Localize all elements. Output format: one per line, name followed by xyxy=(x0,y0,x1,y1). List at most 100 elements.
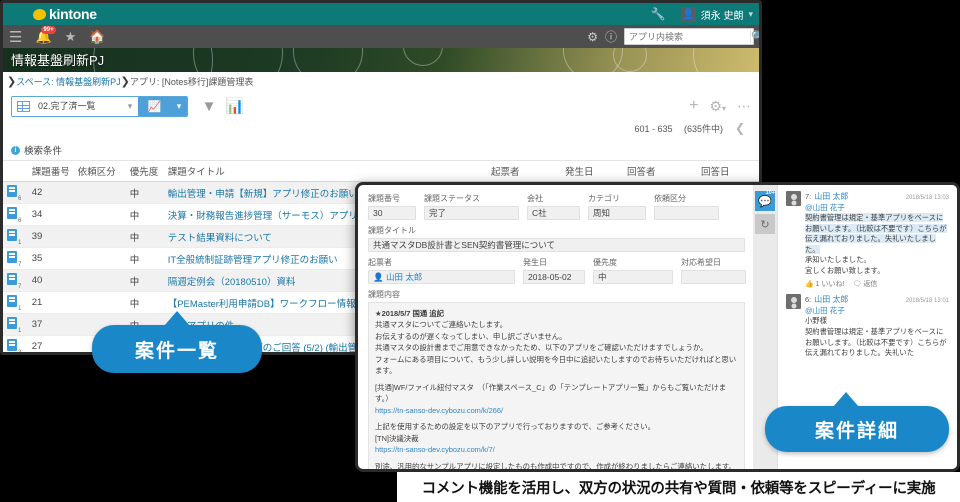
filter-icon[interactable]: ▼ xyxy=(196,98,222,115)
space-cover-image: 情報基盤刷新PJ xyxy=(3,48,759,72)
gear-icon[interactable]: ⚙ xyxy=(587,30,598,44)
body-item-label: [共通]WF/ファイル紐付マスタ （「作業スペース_C」の「テンプレートアプリ一… xyxy=(375,382,727,404)
notification-badge: 99+ xyxy=(41,25,56,34)
cover-ring xyxy=(293,48,363,72)
detail-fields-row-3: 起票者 👤 山田 太郎 発生日 2018-05-02 優先度 中 対応希望日 xyxy=(368,257,746,284)
comment-text-prefix: 小野様 xyxy=(805,316,827,326)
table-header-cell[interactable]: 回答者 xyxy=(623,160,697,182)
field-value[interactable]: 2018-05-02 xyxy=(523,270,585,284)
bell-icon[interactable]: 🔔 99+ xyxy=(35,25,56,45)
cell-request-type xyxy=(73,181,126,204)
kintone-wordmark: kintone xyxy=(49,6,97,22)
field-value[interactable]: 👤 山田 太郎 xyxy=(368,270,515,284)
field-issue-status: 課題ステータス 完了 xyxy=(424,193,519,220)
body-link[interactable]: https://tn-sanso-dev.cybozu.com/k/7/ xyxy=(375,445,495,454)
comment-author[interactable]: 山田 太郎 xyxy=(814,191,848,202)
field-value[interactable] xyxy=(654,206,719,220)
comment-text-line: 宜しくお願い致します。 xyxy=(805,265,885,275)
comment-number: 7: xyxy=(805,192,812,201)
chevron-down-icon[interactable]: ▾ xyxy=(122,100,138,112)
home-icon[interactable]: 🏠 xyxy=(89,29,105,45)
cover-ring xyxy=(693,48,759,72)
kintone-logo[interactable]: kintone xyxy=(31,6,97,22)
chevron-left-icon[interactable]: ❮ xyxy=(735,121,745,135)
thumbs-up-icon: 👍 xyxy=(805,281,814,289)
comment-timestamp: 2018/5/18 13:03 xyxy=(905,195,949,201)
cell-issue-number: 40 xyxy=(27,269,74,292)
cell-priority: 中 xyxy=(125,225,164,248)
comment-text-line: 契約書管理は規定・基準アプリをベースにお願いします。（比較は不要です）こちらが伝… xyxy=(805,327,947,358)
field-value[interactable]: C社 xyxy=(527,206,580,220)
body-link[interactable]: https://tn-sanso-dev.cybozu.com/k/266/ xyxy=(375,406,503,415)
field-occurred-date: 発生日 2018-05-02 xyxy=(523,257,585,284)
table-header-cell[interactable]: 回答日 xyxy=(697,160,759,182)
cell-issue-number: 21 xyxy=(27,291,74,314)
comment-text-highlight: 契約書管理は規定・基準アプリをベースにお願いします。（比較は不要です）こちらが伝… xyxy=(805,213,947,254)
wrench-icon[interactable]: 🔧 xyxy=(651,7,666,21)
row-flag-cell[interactable]: 7 xyxy=(3,247,28,270)
search-input[interactable] xyxy=(625,31,750,42)
field-value[interactable]: 中 xyxy=(593,270,673,284)
comment-icon[interactable]: 💬 10+ xyxy=(755,190,775,211)
cell-request-type xyxy=(73,225,126,248)
row-flag-cell[interactable]: 6 xyxy=(3,203,28,226)
table-header-cell[interactable]: 課題タイトル xyxy=(163,160,487,182)
app-search-box[interactable]: 🔍 xyxy=(624,28,759,45)
row-flag-cell[interactable]: 6 xyxy=(3,181,28,204)
breadcrumb-separator: ❯ xyxy=(120,75,130,88)
comment-timestamp: 2018/5/18 13:01 xyxy=(905,298,949,305)
like-button[interactable]: 👍 1 いいね! xyxy=(805,279,844,289)
hamburger-icon[interactable]: ☰ xyxy=(9,28,22,46)
field-value[interactable]: 完了 xyxy=(424,206,519,220)
field-value[interactable]: 30 xyxy=(368,206,416,220)
field-value[interactable]: 共通マスタDB設計書とSEN契約書管理について xyxy=(368,238,745,252)
field-category: カテゴリ 周知 xyxy=(588,193,646,220)
bar-chart-icon[interactable]: 📊 xyxy=(222,97,248,115)
plus-icon[interactable]: + xyxy=(689,97,698,115)
table-header-cell[interactable]: 優先度 xyxy=(125,160,164,182)
table-header-cell[interactable]: 発生日 xyxy=(561,160,623,182)
row-flag-cell[interactable]: 1 xyxy=(3,225,28,248)
avatar[interactable]: 👤 xyxy=(680,6,696,22)
chart-line-icon[interactable]: 📈 xyxy=(138,96,171,116)
help-icon[interactable]: ⓘ xyxy=(605,28,617,45)
field-value[interactable]: 周知 xyxy=(588,206,646,220)
row-flag-cell[interactable]: 1 xyxy=(3,291,28,314)
cell-request-type xyxy=(73,203,126,226)
table-header-cell[interactable]: 起票者 xyxy=(487,160,561,182)
cell-issue-number: 27 xyxy=(27,335,74,352)
row-flag-cell[interactable]: 1 xyxy=(3,313,28,336)
field-company: 会社 C社 xyxy=(527,193,580,220)
cell-issue-number: 34 xyxy=(27,203,74,226)
comment-count-badge: 10+ xyxy=(765,190,775,196)
cell-issue-number: 39 xyxy=(27,225,74,248)
cell-priority: 中 xyxy=(125,181,164,204)
breadcrumb-space-link[interactable]: スペース: 情報基盤刷新PJ xyxy=(16,75,120,88)
table-header-cell[interactable]: 課題番号 xyxy=(27,160,74,182)
cell-priority: 中 xyxy=(125,269,164,292)
gear-icon[interactable]: ⚙▾ xyxy=(709,98,726,115)
view-selector[interactable]: 02.完了済一覧 ▾ 📈 ▾ xyxy=(11,95,188,117)
field-value[interactable] xyxy=(681,270,746,284)
comment-number: 6: xyxy=(805,295,812,305)
grid-icon xyxy=(12,96,34,116)
row-flag-cell[interactable]: 7 xyxy=(3,269,28,292)
chevron-down-icon[interactable]: ▾ xyxy=(748,9,753,20)
issue-body-text: ★2018/5/7 国通 追記 共通マスタについてご連絡いたします。 お伝えする… xyxy=(368,302,745,469)
row-flag-cell[interactable]: 3 xyxy=(3,335,28,352)
history-icon[interactable]: ↻ xyxy=(755,214,775,234)
comment-item: 7: 山田 太郎 2018/5/18 13:03 @山田 花子 契約書管理は規定… xyxy=(786,191,949,289)
pagination-range: 601 - 635 (635件中) xyxy=(634,124,723,134)
chevron-down-icon[interactable]: ▾ xyxy=(171,96,187,116)
table-header-cell[interactable]: 依頼区分 xyxy=(73,160,126,182)
callout-list-label: 案件一覧 xyxy=(92,311,262,373)
comment-author[interactable]: 山田 太郎 xyxy=(814,294,848,305)
search-condition[interactable]: i 検索条件 xyxy=(3,140,759,160)
pagination: 601 - 635 (635件中) ❮ xyxy=(634,121,745,135)
star-icon[interactable]: ★ xyxy=(65,29,77,45)
search-icon[interactable]: 🔍 xyxy=(750,30,759,43)
ellipsis-icon[interactable]: ⋯ xyxy=(737,98,751,115)
comment-mention[interactable]: @山田 花子 xyxy=(805,305,949,316)
reply-button[interactable]: 🗨 返信 xyxy=(852,279,877,289)
comment-mention[interactable]: @山田 花子 xyxy=(805,202,949,213)
